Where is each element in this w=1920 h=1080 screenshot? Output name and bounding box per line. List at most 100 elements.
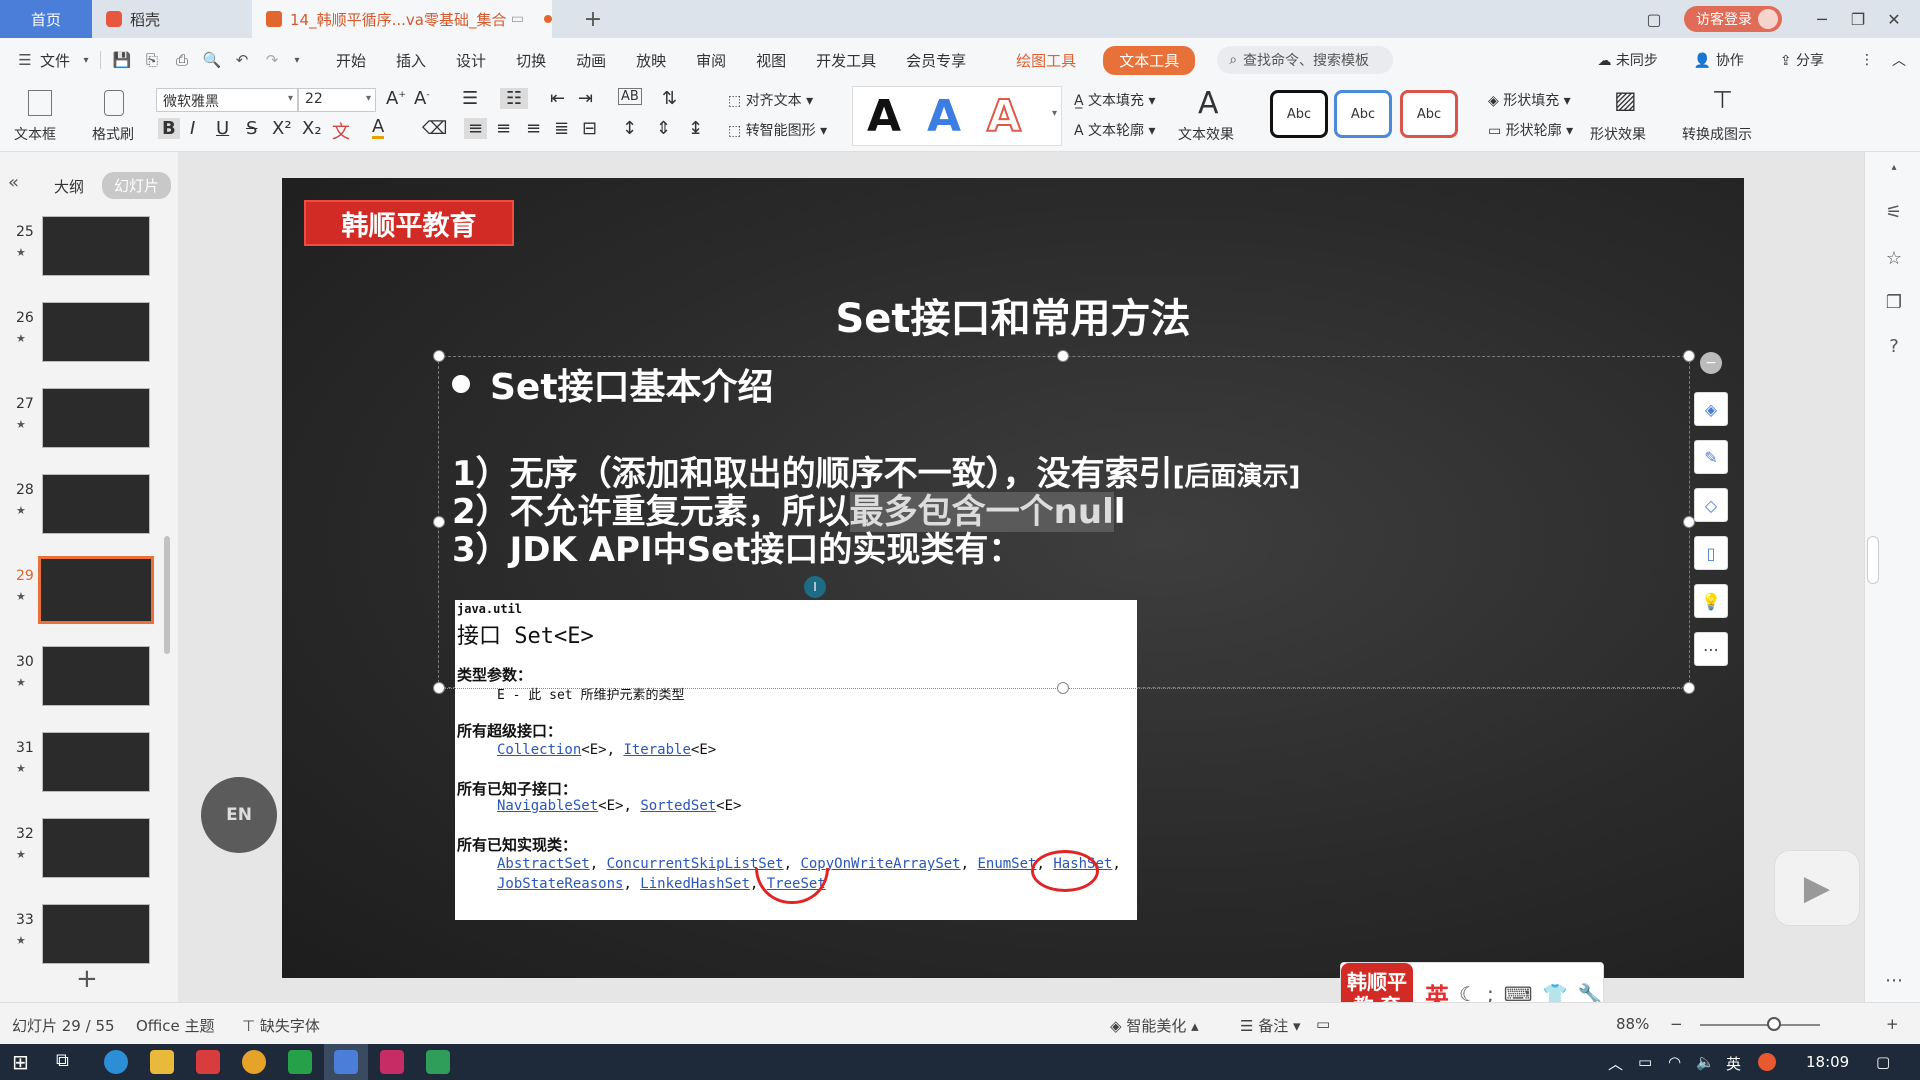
gallery-more-icon[interactable]: ▾: [1052, 108, 1057, 119]
link-iterable[interactable]: Iterable: [623, 742, 690, 758]
menu-member[interactable]: 会员专享: [891, 50, 981, 71]
tray-chevron-icon[interactable]: ︿: [1608, 1053, 1623, 1074]
outdent-icon[interactable]: ⇤: [550, 88, 565, 109]
shape-style-red[interactable]: Abc: [1400, 90, 1458, 138]
zoom-slider[interactable]: [1700, 1024, 1820, 1026]
distribute-icon[interactable]: ⊟: [582, 118, 597, 139]
shape-fill-button[interactable]: ◈ 形状填充 ▾: [1488, 90, 1571, 110]
style-black-a[interactable]: A: [867, 93, 901, 141]
link-linkedhashset[interactable]: LinkedHashSet: [640, 876, 750, 892]
menu-slideshow[interactable]: 放映: [621, 50, 681, 71]
new-tab-button[interactable]: +: [578, 0, 608, 38]
fill-icon[interactable]: ◇: [1694, 488, 1728, 522]
battery-icon[interactable]: ▭: [1638, 1053, 1652, 1071]
superscript-icon[interactable]: X²: [272, 118, 292, 139]
tab-daoke[interactable]: 稻壳: [94, 0, 250, 38]
shape-style-black[interactable]: Abc: [1270, 90, 1328, 138]
resize-handle[interactable]: [433, 516, 445, 528]
spacing-more-icon[interactable]: ↨: [688, 118, 703, 139]
layers-icon[interactable]: ◈: [1694, 392, 1728, 426]
convert-diagram-button[interactable]: 转换成图示: [1682, 124, 1752, 144]
bullet-list-icon[interactable]: ☰: [462, 88, 478, 109]
resize-handle[interactable]: [1683, 682, 1695, 694]
tab-document[interactable]: 14_韩顺平循序...va零基础_集合 ▭: [252, 0, 552, 38]
slide[interactable]: 韩顺平教育 Set接口和常用方法 Set接口基本介绍 1）无序（添加和取出的顺序…: [282, 178, 1744, 978]
language-bubble[interactable]: EN: [201, 777, 277, 853]
link-jobstatereasons[interactable]: JobStateReasons: [497, 876, 623, 892]
output-icon[interactable]: ⎘: [137, 51, 167, 69]
menu-design[interactable]: 设计: [441, 50, 501, 71]
shape-style-blue[interactable]: Abc: [1334, 90, 1392, 138]
slide-thumbnail[interactable]: [42, 646, 150, 706]
camtasia-icon[interactable]: [426, 1050, 450, 1074]
sort-icon[interactable]: ⇅: [662, 88, 677, 109]
tray-ime[interactable]: 英: [1726, 1053, 1741, 1074]
slide-thumbnail-current[interactable]: [38, 556, 154, 624]
sogou-icon[interactable]: [1758, 1053, 1776, 1071]
link-navigableset[interactable]: NavigableSet: [497, 798, 598, 814]
resize-handle[interactable]: [1683, 350, 1695, 362]
text-outline-button[interactable]: A 文本轮廓 ▾: [1074, 120, 1156, 140]
slide-thumbnail[interactable]: [42, 818, 150, 878]
menu-text-tools[interactable]: 文本工具: [1103, 45, 1196, 75]
menu-view[interactable]: 视图: [741, 50, 801, 71]
chevron-up-icon[interactable]: ▴: [1883, 162, 1905, 184]
collapse-panel-icon[interactable]: «: [8, 172, 19, 193]
menu-insert[interactable]: 插入: [381, 50, 441, 71]
command-search[interactable]: ⌕ 查找命令、搜索模板: [1217, 46, 1394, 74]
slide-thumbnail[interactable]: [42, 474, 150, 534]
underline-icon[interactable]: U: [216, 118, 229, 139]
windows-start-icon[interactable]: ⊞: [12, 1050, 29, 1074]
resize-handle[interactable]: [1057, 682, 1069, 694]
minimize-icon[interactable]: ─: [1804, 10, 1840, 29]
slide-title[interactable]: Set接口和常用方法: [282, 286, 1744, 344]
collab-button[interactable]: 👤 协作: [1694, 50, 1762, 70]
tab-outline[interactable]: 大纲: [54, 176, 84, 197]
format-painter-icon[interactable]: [104, 90, 124, 116]
link-collection[interactable]: Collection: [497, 742, 581, 758]
bold-icon[interactable]: B: [158, 118, 180, 139]
resize-handle[interactable]: [433, 682, 445, 694]
align-text-button[interactable]: ⬚ 对齐文本 ▾: [728, 90, 813, 110]
preview-icon[interactable]: 🔍: [197, 51, 227, 69]
zoom-slider-handle[interactable]: [1767, 1017, 1781, 1031]
subscript-icon[interactable]: X₂: [302, 118, 322, 139]
slide-thumbnail[interactable]: [42, 216, 150, 276]
align-right-icon[interactable]: ≡: [526, 118, 541, 139]
tab-monitor-icon[interactable]: ▭: [511, 11, 524, 27]
redo-icon[interactable]: ↷: [257, 51, 287, 69]
font-size-select[interactable]: 22 ▾: [298, 88, 376, 112]
print-icon[interactable]: ⎙: [167, 51, 197, 69]
shape-effect-button[interactable]: 形状效果: [1590, 124, 1646, 144]
style-red-a[interactable]: A: [986, 92, 1022, 142]
slide-thumbnail[interactable]: [42, 732, 150, 792]
share-button[interactable]: ⇪ 分享: [1780, 50, 1842, 70]
slide-thumbnail[interactable]: [42, 302, 150, 362]
hamburger-icon[interactable]: ☰: [10, 51, 40, 69]
text-direction-icon[interactable]: AB: [618, 88, 642, 105]
font-color-icon[interactable]: A: [372, 118, 385, 139]
window-count-icon[interactable]: ▢: [1636, 10, 1672, 29]
italic-icon[interactable]: I: [190, 118, 195, 139]
text-fill-button[interactable]: A̲ 文本填充 ▾: [1074, 90, 1156, 110]
javadoc-image[interactable]: java.util 接口 Set<E> 类型参数： E - 此 set 所维护元…: [455, 600, 1137, 920]
font-name-select[interactable]: 微软雅黑 ▾: [156, 88, 298, 112]
grow-font-icon[interactable]: A+: [386, 88, 406, 109]
wifi-icon[interactable]: ◠: [1668, 1053, 1681, 1071]
menu-transition[interactable]: 切换: [501, 50, 561, 71]
menu-review[interactable]: 审阅: [681, 50, 741, 71]
text-effect-button[interactable]: 文本效果: [1178, 124, 1234, 144]
sync-status[interactable]: ☁ 未同步: [1597, 50, 1675, 70]
more-icon[interactable]: ▾: [287, 55, 307, 66]
format-painter-button[interactable]: 格式刷: [92, 124, 134, 144]
lightbulb-icon[interactable]: 💡: [1694, 584, 1728, 618]
intellij-icon[interactable]: [380, 1050, 404, 1074]
help-icon[interactable]: ?: [1883, 336, 1905, 358]
collapse-tools-icon[interactable]: −: [1700, 352, 1722, 374]
notification-icon[interactable]: ▢: [1876, 1053, 1890, 1071]
canvas-scrollbar[interactable]: [1867, 536, 1879, 584]
shape-effect-icon[interactable]: ▨: [1614, 86, 1637, 114]
resize-handle[interactable]: [433, 350, 445, 362]
tab-slides[interactable]: 幻灯片: [102, 172, 172, 199]
undo-icon[interactable]: ↶: [227, 51, 257, 69]
